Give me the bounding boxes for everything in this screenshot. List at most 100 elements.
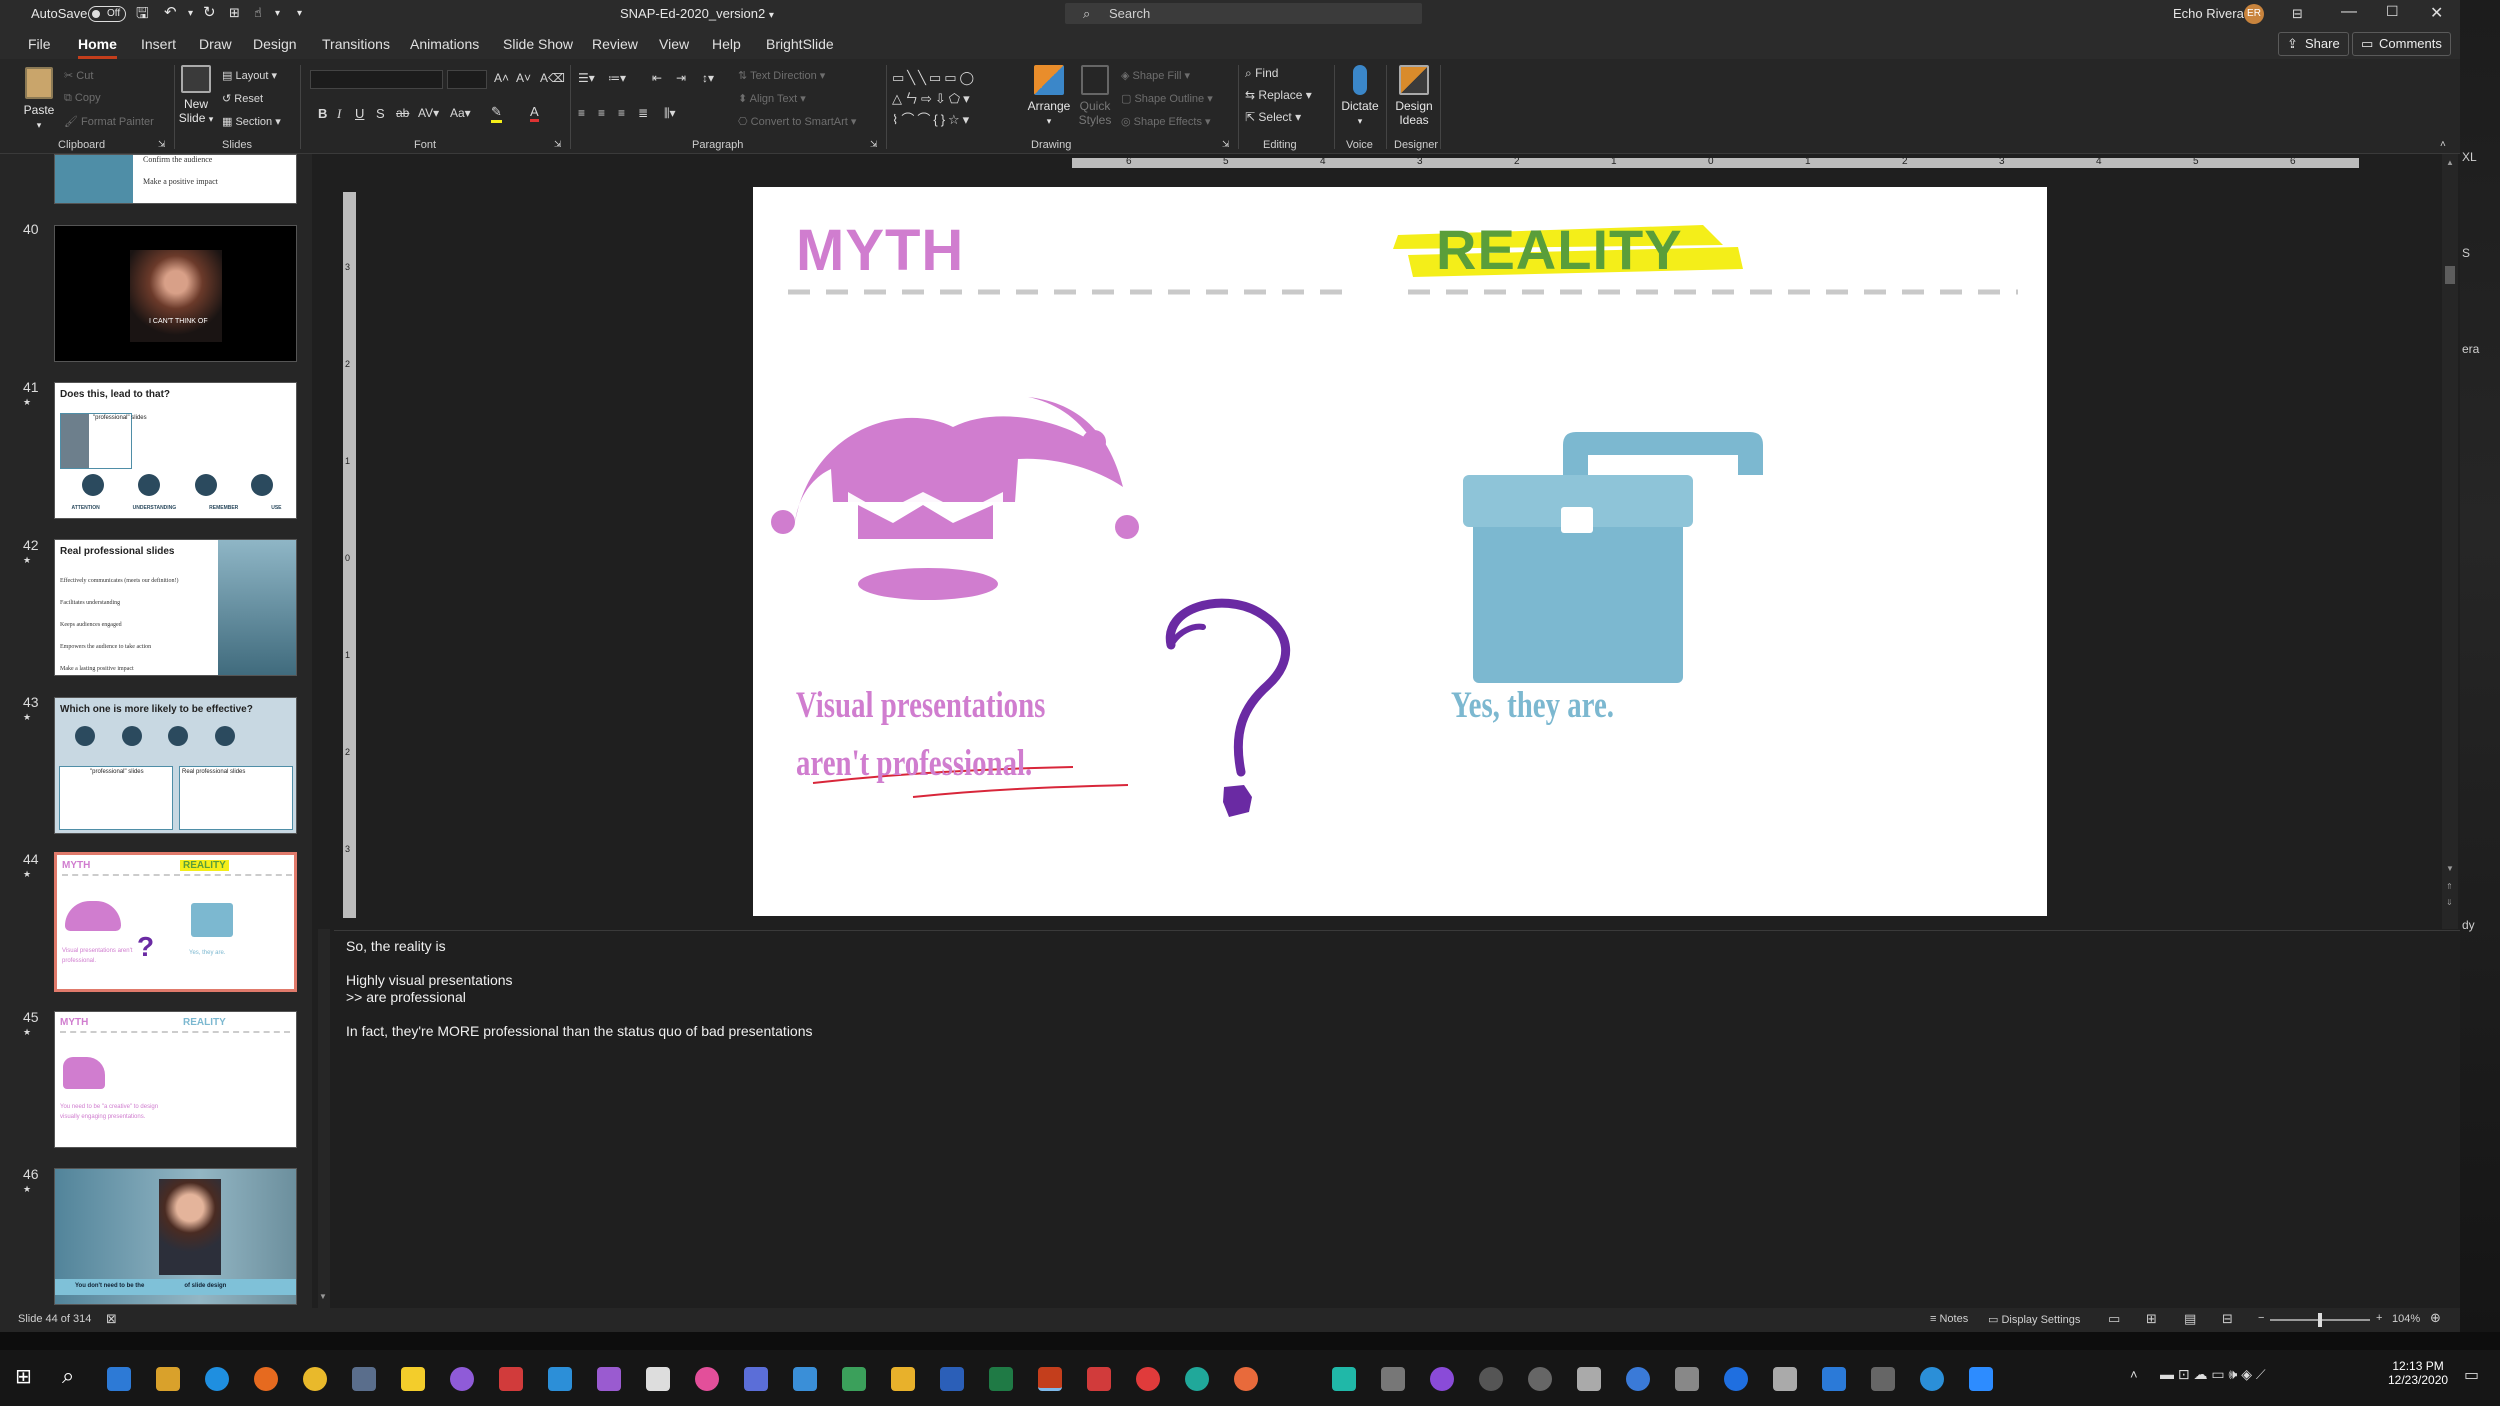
word-icon[interactable] (940, 1367, 964, 1391)
clock[interactable]: 12:13 PM 12/23/2020 (2388, 1359, 2448, 1387)
tab-slide-show[interactable]: Slide Show (503, 36, 573, 52)
undo-icon[interactable]: ↶ (164, 3, 177, 21)
slideshow-view-icon[interactable]: ⊟ (2222, 1311, 2233, 1327)
font-increase-icon[interactable]: A˄ (494, 71, 509, 85)
align-center-icon[interactable]: ≡ (598, 106, 605, 120)
zoom-level[interactable]: 104% (2392, 1313, 2420, 1325)
zoom-slider[interactable] (2270, 1313, 2370, 1327)
tab-brightslide[interactable]: BrightSlide (766, 36, 834, 52)
font-size-select[interactable] (447, 70, 487, 89)
camera-icon[interactable] (1381, 1367, 1405, 1391)
app-icon[interactable] (1430, 1367, 1454, 1391)
align-left-icon[interactable]: ≡ (578, 106, 585, 120)
font-name-select[interactable] (310, 70, 443, 89)
clipboard-launcher-icon[interactable]: ⇲ (158, 139, 166, 150)
tab-design[interactable]: Design (253, 36, 297, 52)
customize-toolbar-icon[interactable]: ▾ (297, 8, 302, 19)
chrome-icon[interactable] (303, 1367, 327, 1391)
slide-sorter-icon[interactable]: ⊞ (2146, 1311, 2157, 1327)
calculator-icon[interactable] (352, 1367, 376, 1391)
slide-thumbnail-45[interactable]: MYTH REALITY You need to be "a creative"… (54, 1011, 297, 1148)
user-name[interactable]: Echo Rivera (2173, 6, 2244, 21)
slide-thumbnail-44[interactable]: MYTH REALITY ? Visual presentations aren… (54, 852, 297, 992)
myth-heading[interactable]: MYTH (796, 217, 964, 284)
tray-icons[interactable]: ▬ ⊡ ☁ ▭ 🕪 ◈ ⟋ (2160, 1366, 2266, 1383)
app-icon[interactable] (1822, 1367, 1846, 1391)
bullets-icon[interactable]: ☰▾ (578, 71, 595, 85)
current-slide[interactable]: MYTH REALITY Visual presentations aren't… (753, 187, 2047, 916)
tab-insert[interactable]: Insert (141, 36, 176, 52)
italic-icon[interactable]: I (337, 106, 341, 122)
display-settings-button[interactable]: ▭ Display Settings (1988, 1313, 2080, 1326)
tab-home[interactable]: Home (78, 36, 117, 59)
slide-scroll-thumb[interactable] (2445, 266, 2455, 284)
slide-thumbnail-46[interactable]: You don't need to be the of slide design (54, 1168, 297, 1305)
slide-thumbnail-42[interactable]: Real professional slides Effectively com… (54, 539, 297, 676)
slack-icon[interactable] (695, 1367, 719, 1391)
replace-button[interactable]: ⇆ Replace ▾ (1245, 88, 1312, 102)
file-explorer-icon[interactable] (156, 1367, 180, 1391)
select-button[interactable]: ⇱ Select ▾ (1245, 110, 1301, 124)
zoom-out-icon[interactable]: − (2258, 1312, 2264, 1324)
shapes-gallery[interactable]: ▭╲╲▭▭◯ △ㄣ⇨⇩⬠▾ ⌇⌒⌒{}☆▾ (892, 67, 1018, 133)
design-ideas-button[interactable]: Design Ideas (1390, 65, 1438, 127)
powerpoint-icon[interactable] (1038, 1367, 1062, 1391)
highlight-icon[interactable]: ✎ (491, 104, 502, 123)
avatar[interactable]: ER (2244, 4, 2264, 24)
show-hidden-icons-icon[interactable]: ˄ (2130, 1367, 2138, 1382)
font-launcher-icon[interactable]: ⇲ (554, 139, 562, 150)
text-direction-button[interactable]: ⇅ Text Direction ▾ (738, 69, 825, 82)
illustrator-icon[interactable] (597, 1367, 621, 1391)
shape-fill-button[interactable]: ◈ Shape Fill ▾ (1121, 69, 1190, 82)
zoom-icon[interactable] (1969, 1367, 1993, 1391)
bold-icon[interactable]: B (318, 106, 327, 121)
character-spacing-icon[interactable]: AV▾ (418, 106, 439, 120)
slide-thumbnail-39[interactable]: Confirm the audience Make a positive imp… (54, 154, 297, 204)
slide-scrollbar[interactable]: ▲ ▼ ⇑ ⇓ (2442, 154, 2458, 929)
dictate-button[interactable]: Dictate ▾ (1337, 65, 1383, 128)
search-icon[interactable]: ⌕ (62, 1363, 74, 1389)
line-spacing-icon[interactable]: ↕▾ (702, 71, 714, 85)
accessibility-icon[interactable]: ⊠ (106, 1311, 117, 1327)
quick-styles-button[interactable]: Quick Styles (1075, 65, 1115, 127)
myth-statement[interactable]: Visual presentations aren't professional… (796, 677, 1100, 793)
drawing-launcher-icon[interactable]: ⇲ (1222, 139, 1230, 150)
undo-dropdown-icon[interactable]: ▾ (188, 8, 193, 19)
app-icon[interactable] (1773, 1367, 1797, 1391)
app-icon[interactable] (1528, 1367, 1552, 1391)
justify-icon[interactable]: ≣ (638, 106, 648, 120)
discord-icon[interactable] (744, 1367, 768, 1391)
close-icon[interactable]: ✕ (2430, 3, 2443, 23)
arrange-button[interactable]: Arrange ▾ (1027, 65, 1071, 128)
zoom-slider-thumb[interactable] (2318, 1313, 2322, 1327)
app-icon[interactable] (1626, 1367, 1650, 1391)
notes-button[interactable]: ≡ Notes (1930, 1313, 1968, 1325)
firefox-icon[interactable] (254, 1367, 278, 1391)
comments-button[interactable]: ▭ Comments (2352, 32, 2451, 56)
save-icon[interactable]: 🖫 (136, 3, 149, 28)
calendar-icon[interactable] (793, 1367, 817, 1391)
layout-button[interactable]: ▤ Layout ▾ (222, 69, 277, 82)
tab-help[interactable]: Help (712, 36, 741, 52)
format-painter-button[interactable]: 🖌 Format Painter (64, 115, 154, 128)
reality-heading[interactable]: REALITY (1436, 217, 1683, 282)
app-icon[interactable] (1136, 1367, 1160, 1391)
normal-view-icon[interactable]: ▭ (2108, 1311, 2120, 1327)
slide-thumbnail-41[interactable]: Does this, lead to that? "professional" … (54, 382, 297, 519)
previous-slide-icon[interactable]: ⇑ (2446, 882, 2453, 891)
document-title[interactable]: SNAP-Ed-2020_version2 ▾ (620, 6, 774, 21)
font-color-icon[interactable]: A (530, 104, 539, 122)
ribbon-display-icon[interactable]: ⊟ (2292, 6, 2303, 22)
app-icon[interactable] (499, 1367, 523, 1391)
teams-icon[interactable] (1185, 1367, 1209, 1391)
decrease-indent-icon[interactable]: ⇤ (652, 71, 662, 85)
tab-animations[interactable]: Animations (410, 36, 479, 52)
reading-view-icon[interactable]: ▤ (2184, 1311, 2196, 1327)
tab-transitions[interactable]: Transitions (322, 36, 390, 52)
app-icon[interactable] (1332, 1367, 1356, 1391)
font-decrease-icon[interactable]: A˅ (516, 71, 531, 85)
tab-file[interactable]: File (28, 36, 51, 52)
shape-effects-button[interactable]: ◎ Shape Effects ▾ (1121, 115, 1211, 128)
increase-indent-icon[interactable]: ⇥ (676, 71, 686, 85)
facebook-icon[interactable] (1724, 1367, 1748, 1391)
